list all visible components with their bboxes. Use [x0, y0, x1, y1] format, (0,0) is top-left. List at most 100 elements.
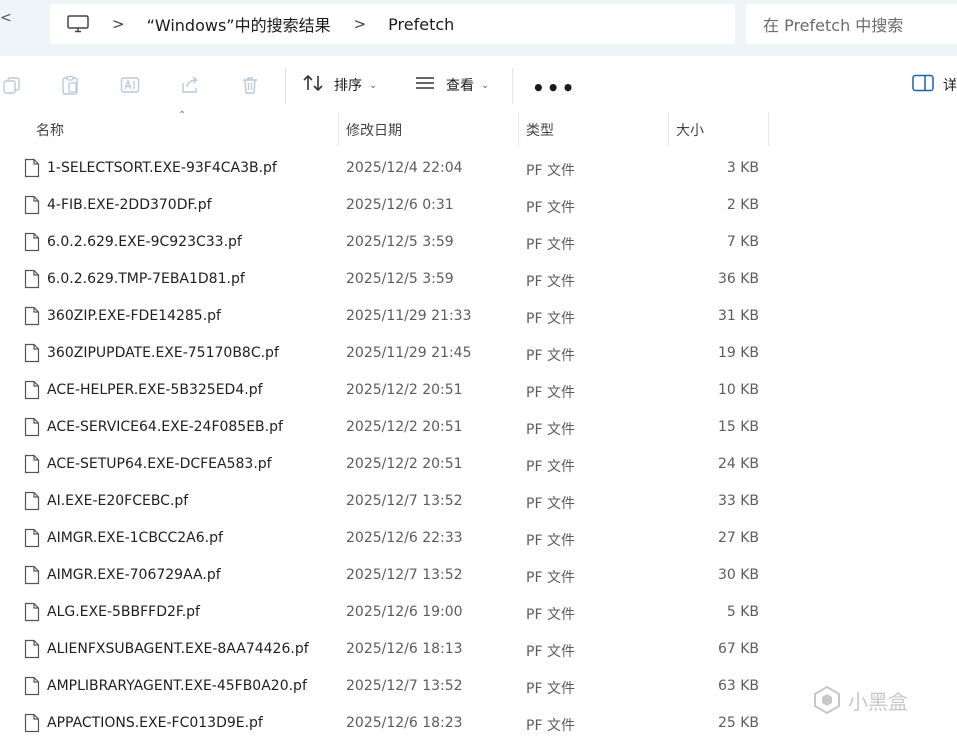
sort-button[interactable]: 排序 ⌄ [302, 72, 377, 98]
file-icon [24, 232, 40, 252]
file-row[interactable]: AIMGR.EXE-706729AA.pf 2025/12/7 13:52 PF 文… [0, 557, 957, 594]
file-list: 1-SELECTSORT.EXE-93F4CA3B.pf 2025/12/4 22… [0, 150, 957, 742]
file-type: PF 文件 [526, 681, 575, 697]
file-name: APPACTIONS.EXE-FC013D9E.pf [47, 715, 263, 731]
file-name: ALG.EXE-5BBFFD2F.pf [47, 604, 200, 620]
sort-label: 排序 [334, 78, 362, 94]
breadcrumb-separator-icon[interactable]: > [354, 15, 367, 33]
column-divider[interactable] [518, 112, 519, 146]
file-icon [24, 195, 40, 215]
watermark: 小黑盒 [812, 685, 908, 715]
file-name: ALIENFXSUBAGENT.EXE-8AA74426.pf [47, 641, 309, 657]
file-row[interactable]: ALG.EXE-5BBFFD2F.pf 2025/12/6 19:00 PF 文件 5… [0, 594, 957, 631]
address-row: < > “Windows”中的搜索结果 > Prefetch 在 Prefetc… [0, 0, 957, 56]
file-size: 67 KB [717, 641, 759, 657]
file-modified-date: 2025/12/5 3:59 [346, 271, 454, 287]
file-row[interactable]: ACE-HELPER.EXE-5B325ED4.pf 2025/12/2 20:5… [0, 372, 957, 409]
toolbar-divider [512, 68, 513, 104]
file-row[interactable]: 6.0.2.629.TMP-7EBA1D81.pf 2025/12/5 3:59 P… [0, 261, 957, 298]
file-row[interactable]: ACE-SETUP64.EXE-DCFEA583.pf 2025/12/2 20:… [0, 446, 957, 483]
column-divider[interactable] [668, 112, 669, 146]
file-name: 360ZIP.EXE-FDE14285.pf [47, 308, 221, 324]
file-size: 24 KB [717, 456, 759, 472]
file-size: 36 KB [717, 271, 759, 287]
sort-icon [302, 73, 324, 97]
column-header-type[interactable]: 类型 [526, 120, 554, 140]
file-type: PF 文件 [526, 348, 575, 364]
file-size: 31 KB [717, 308, 759, 324]
details-pane-icon [912, 74, 934, 96]
column-header-size[interactable]: 大小 [676, 120, 704, 140]
file-type: PF 文件 [526, 718, 575, 734]
view-label: 查看 [446, 78, 474, 94]
file-type: PF 文件 [526, 237, 575, 253]
delete-icon[interactable] [240, 75, 260, 95]
file-row[interactable]: AI.EXE-E20FCEBC.pf 2025/12/7 13:52 PF 文件 33… [0, 483, 957, 520]
file-type: PF 文件 [526, 570, 575, 586]
address-bar[interactable]: > “Windows”中的搜索结果 > Prefetch [50, 4, 735, 44]
file-type: PF 文件 [526, 644, 575, 660]
file-icon [24, 565, 40, 585]
file-name: AIMGR.EXE-1CBCC2A6.pf [47, 530, 223, 546]
file-name: AIMGR.EXE-706729AA.pf [47, 567, 221, 583]
file-modified-date: 2025/12/4 22:04 [346, 160, 463, 176]
watermark-logo-icon [812, 685, 842, 715]
file-icon [24, 602, 40, 622]
file-size: 15 KB [717, 419, 759, 435]
file-row[interactable]: 360ZIP.EXE-FDE14285.pf 2025/11/29 21:33 PF… [0, 298, 957, 335]
file-modified-date: 2025/12/6 22:33 [346, 530, 463, 546]
file-name: 360ZIPUPDATE.EXE-75170B8C.pf [47, 345, 279, 361]
file-modified-date: 2025/12/6 18:23 [346, 715, 463, 731]
rename-icon[interactable] [120, 75, 140, 95]
file-name: ACE-HELPER.EXE-5B325ED4.pf [47, 382, 263, 398]
file-icon [24, 269, 40, 289]
file-row[interactable]: 4-FIB.EXE-2DD370DF.pf 2025/12/6 0:31 PF 文件… [0, 187, 957, 224]
file-icon [24, 676, 40, 696]
chevron-down-icon: ⌄ [369, 79, 378, 91]
file-row[interactable]: 360ZIPUPDATE.EXE-75170B8C.pf 2025/11/29 2… [0, 335, 957, 372]
file-size: 25 KB [717, 715, 759, 731]
breadcrumb-prefetch[interactable]: Prefetch [388, 15, 454, 34]
file-type: PF 文件 [526, 163, 575, 179]
breadcrumb-separator-icon[interactable]: > [112, 15, 125, 33]
file-row[interactable]: ALIENFXSUBAGENT.EXE-8AA74426.pf 2025/12/6… [0, 631, 957, 668]
file-type: PF 文件 [526, 200, 575, 216]
view-button[interactable]: 查看 ⌄ [414, 72, 489, 98]
search-input[interactable]: 在 Prefetch 中搜索 [746, 4, 957, 44]
file-icon [24, 528, 40, 548]
column-divider[interactable] [338, 112, 339, 146]
file-icon [24, 639, 40, 659]
column-divider[interactable] [768, 112, 769, 146]
search-placeholder: 在 Prefetch 中搜索 [763, 16, 904, 35]
file-name: 6.0.2.629.TMP-7EBA1D81.pf [47, 271, 245, 287]
breadcrumb-search-results[interactable]: “Windows”中的搜索结果 [147, 12, 331, 36]
share-icon[interactable] [180, 75, 200, 95]
file-modified-date: 2025/12/7 13:52 [346, 567, 463, 583]
file-type: PF 文件 [526, 311, 575, 327]
details-label: 详 [943, 78, 957, 94]
file-icon [24, 343, 40, 363]
column-header-modified[interactable]: 修改日期 [346, 120, 402, 140]
file-modified-date: 2025/11/29 21:33 [346, 308, 472, 324]
details-pane-button[interactable]: 详 [912, 74, 957, 96]
file-row[interactable]: ACE-SERVICE64.EXE-24F085EB.pf 2025/12/2 2… [0, 409, 957, 446]
file-icon [24, 491, 40, 511]
file-modified-date: 2025/12/6 18:13 [346, 641, 463, 657]
file-type: PF 文件 [526, 422, 575, 438]
more-options-button[interactable]: ••• [532, 76, 576, 100]
file-name: 1-SELECTSORT.EXE-93F4CA3B.pf [47, 160, 277, 176]
file-size: 5 KB [726, 604, 759, 620]
file-size: 27 KB [717, 530, 759, 546]
file-row[interactable]: AIMGR.EXE-1CBCC2A6.pf 2025/12/6 22:33 PF 文… [0, 520, 957, 557]
file-icon [24, 380, 40, 400]
file-row[interactable]: 6.0.2.629.EXE-9C923C33.pf 2025/12/5 3:59 P… [0, 224, 957, 261]
file-modified-date: 2025/12/2 20:51 [346, 382, 463, 398]
watermark-text: 小黑盒 [848, 689, 908, 714]
column-header-name[interactable]: 名称 [36, 120, 64, 140]
nav-back-chevron[interactable]: < [0, 10, 12, 26]
paste-icon[interactable] [60, 75, 80, 95]
computer-icon[interactable] [67, 15, 89, 33]
file-row[interactable]: 1-SELECTSORT.EXE-93F4CA3B.pf 2025/12/4 22… [0, 150, 957, 187]
file-size: 3 KB [726, 160, 759, 176]
copy-icon[interactable] [2, 75, 22, 95]
